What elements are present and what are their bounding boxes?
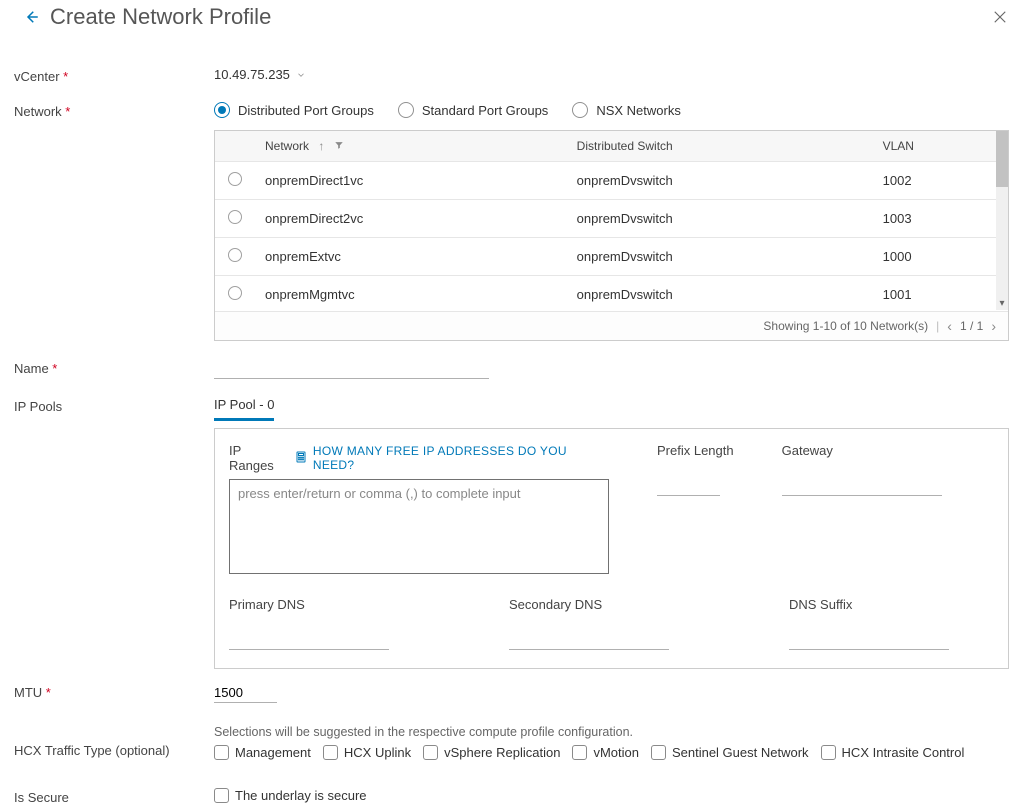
- ip-ranges-help-link[interactable]: HOW MANY FREE IP ADDRESSES DO YOU NEED?: [313, 444, 609, 472]
- prefix-length-input[interactable]: [657, 476, 720, 496]
- prefix-length-label: Prefix Length: [657, 443, 734, 472]
- network-type-distributed[interactable]: Distributed Port Groups: [214, 102, 374, 118]
- secondary-dns-input[interactable]: [509, 630, 669, 650]
- cell-network: onpremDirect1vc: [255, 162, 567, 200]
- radio-icon[interactable]: [228, 210, 242, 224]
- column-select: [215, 131, 255, 162]
- traffic-type-label: HCX Traffic Type (optional): [14, 725, 214, 758]
- table-row[interactable]: onpremExtvconpremDvswitch1000: [215, 238, 1008, 276]
- is-secure-label: Is Secure: [14, 788, 214, 805]
- table-row[interactable]: onpremMgmtvconpremDvswitch1001: [215, 276, 1008, 312]
- cell-vlan: 1002: [873, 162, 1008, 200]
- column-dswitch[interactable]: Distributed Switch: [567, 131, 873, 162]
- cell-vlan: 1000: [873, 238, 1008, 276]
- traffic-management-checkbox[interactable]: Management: [214, 745, 311, 760]
- checkbox-icon: [423, 745, 438, 760]
- cell-dswitch: onpremDvswitch: [567, 200, 873, 238]
- scroll-down-icon[interactable]: ▾: [996, 296, 1008, 310]
- network-type-nsx[interactable]: NSX Networks: [572, 102, 681, 118]
- cell-dswitch: onpremDvswitch: [567, 162, 873, 200]
- close-icon[interactable]: [991, 8, 1009, 26]
- table-row[interactable]: onpremDirect1vconpremDvswitch1002: [215, 162, 1008, 200]
- chevron-down-icon: [296, 70, 306, 80]
- primary-dns-input[interactable]: [229, 630, 389, 650]
- traffic-intrasite-checkbox[interactable]: HCX Intrasite Control: [821, 745, 965, 760]
- vcenter-value: 10.49.75.235: [214, 67, 290, 82]
- vcenter-select[interactable]: 10.49.75.235: [214, 67, 306, 82]
- network-type-radio-group: Distributed Port Groups Standard Port Gr…: [214, 102, 1009, 118]
- page-prev-icon[interactable]: ‹: [947, 318, 952, 334]
- name-label: Name: [14, 359, 214, 376]
- name-input[interactable]: [214, 359, 489, 379]
- ip-pools-label: IP Pools: [14, 397, 214, 414]
- network-label: Network: [14, 102, 214, 119]
- checkbox-icon: [572, 745, 587, 760]
- gateway-input[interactable]: [782, 476, 942, 496]
- sort-asc-icon[interactable]: ↑: [318, 139, 324, 153]
- radio-icon: [398, 102, 414, 118]
- back-icon[interactable]: [22, 8, 40, 26]
- page-next-icon[interactable]: ›: [991, 318, 996, 334]
- checkbox-icon: [821, 745, 836, 760]
- cell-vlan: 1003: [873, 200, 1008, 238]
- traffic-vmotion-checkbox[interactable]: vMotion: [572, 745, 639, 760]
- cell-dswitch: onpremDvswitch: [567, 238, 873, 276]
- network-table: Network ↑ Distributed Switch VLAN: [214, 130, 1009, 341]
- filter-icon[interactable]: [334, 139, 344, 153]
- traffic-replication-checkbox[interactable]: vSphere Replication: [423, 745, 560, 760]
- radio-icon[interactable]: [228, 172, 242, 186]
- checkbox-icon: [214, 745, 229, 760]
- ip-ranges-label: IP Ranges: [229, 443, 289, 473]
- page-title: Create Network Profile: [50, 4, 271, 30]
- scrollbar[interactable]: ▾: [996, 131, 1008, 310]
- network-type-standard[interactable]: Standard Port Groups: [398, 102, 548, 118]
- scrollbar-thumb[interactable]: [996, 131, 1008, 187]
- table-row[interactable]: onpremDirect2vconpremDvswitch1003: [215, 200, 1008, 238]
- radio-icon: [214, 102, 230, 118]
- gateway-label: Gateway: [782, 443, 942, 472]
- checkbox-icon: [651, 745, 666, 760]
- column-vlan[interactable]: VLAN: [873, 131, 1008, 162]
- mtu-input[interactable]: [214, 683, 277, 703]
- secondary-dns-label: Secondary DNS: [509, 597, 669, 626]
- dns-suffix-label: DNS Suffix: [789, 597, 949, 626]
- primary-dns-label: Primary DNS: [229, 597, 389, 626]
- vcenter-label: vCenter: [14, 67, 214, 84]
- radio-icon: [572, 102, 588, 118]
- ip-pool-panel: IP Ranges HOW MANY FREE IP ADDRESSES DO …: [214, 428, 1009, 669]
- dns-suffix-input[interactable]: [789, 630, 949, 650]
- underlay-secure-checkbox[interactable]: The underlay is secure: [214, 788, 1009, 803]
- cell-dswitch: onpremDvswitch: [567, 276, 873, 312]
- cell-network: onpremExtvc: [255, 238, 567, 276]
- radio-icon[interactable]: [228, 286, 242, 300]
- cell-network: onpremDirect2vc: [255, 200, 567, 238]
- table-page-text: 1 / 1: [960, 319, 983, 333]
- radio-icon[interactable]: [228, 248, 242, 262]
- ip-ranges-input[interactable]: [229, 479, 609, 574]
- cell-vlan: 1001: [873, 276, 1008, 312]
- traffic-uplink-checkbox[interactable]: HCX Uplink: [323, 745, 411, 760]
- calculator-icon[interactable]: [295, 451, 307, 466]
- column-network[interactable]: Network ↑: [255, 131, 567, 162]
- mtu-label: MTU: [14, 683, 214, 700]
- traffic-hint: Selections will be suggested in the resp…: [214, 725, 1009, 739]
- table-showing-text: Showing 1-10 of 10 Network(s): [763, 319, 928, 333]
- checkbox-icon: [323, 745, 338, 760]
- traffic-sentinel-checkbox[interactable]: Sentinel Guest Network: [651, 745, 809, 760]
- checkbox-icon: [214, 788, 229, 803]
- ip-pool-tabs: IP Pool - 0: [214, 397, 1009, 422]
- tab-ip-pool-0[interactable]: IP Pool - 0: [214, 397, 274, 421]
- cell-network: onpremMgmtvc: [255, 276, 567, 312]
